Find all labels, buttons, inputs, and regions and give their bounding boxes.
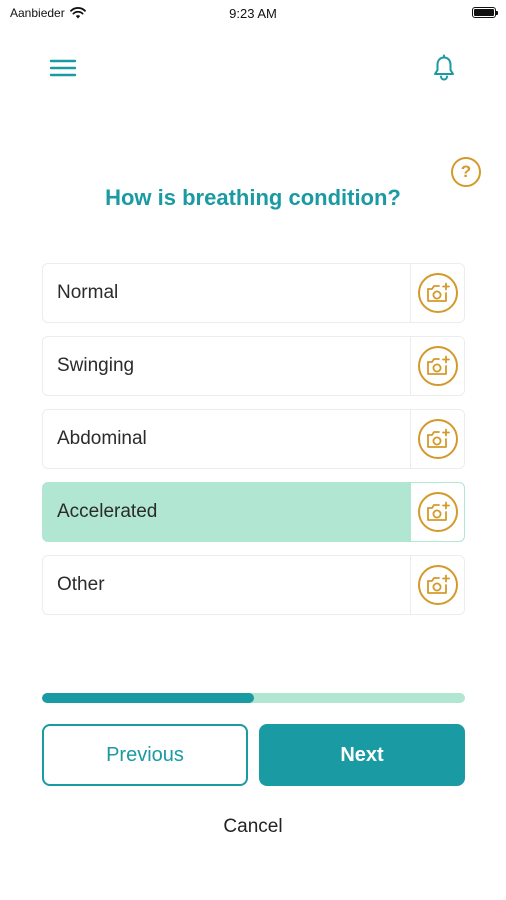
add-photo-icon [426,501,450,521]
notifications-button[interactable] [430,54,458,82]
menu-button[interactable] [48,56,78,80]
add-photo-button[interactable] [410,337,464,395]
progress-bar [42,693,465,703]
cancel-button[interactable]: Cancel [0,816,506,838]
option-label: Swinging [57,355,135,376]
previous-button[interactable]: Previous [42,724,248,786]
add-photo-button[interactable] [410,483,464,541]
add-photo-button[interactable] [410,410,464,468]
option-label: Normal [57,282,119,303]
add-photo-icon [426,574,450,594]
status-time: 9:23 AM [229,6,277,21]
option-label: Abdominal [57,428,147,449]
option-normal[interactable]: Normal [42,263,465,323]
add-photo-icon [426,428,450,448]
add-photo-button[interactable] [410,264,464,322]
next-button[interactable]: Next [259,724,465,786]
option-accelerated[interactable]: Accelerated [42,482,465,542]
add-photo-icon [426,282,450,302]
option-label: Other [57,574,105,595]
progress-fill [42,693,254,703]
option-swinging[interactable]: Swinging [42,336,465,396]
status-bar: Aanbieder 9:23 AM [0,0,506,26]
help-button[interactable]: ? [451,157,481,187]
options-list: Normal Swinging Abdominal Accelerated Ot… [42,263,465,628]
help-icon: ? [460,162,472,181]
hamburger-menu-icon [49,59,77,77]
option-other[interactable]: Other [42,555,465,615]
battery-icon [472,7,498,18]
add-photo-button[interactable] [410,556,464,614]
bell-icon [434,54,454,81]
add-photo-icon [426,355,450,375]
option-abdominal[interactable]: Abdominal [42,409,465,469]
option-label: Accelerated [57,501,158,522]
question-title: How is breathing condition? [105,185,401,210]
